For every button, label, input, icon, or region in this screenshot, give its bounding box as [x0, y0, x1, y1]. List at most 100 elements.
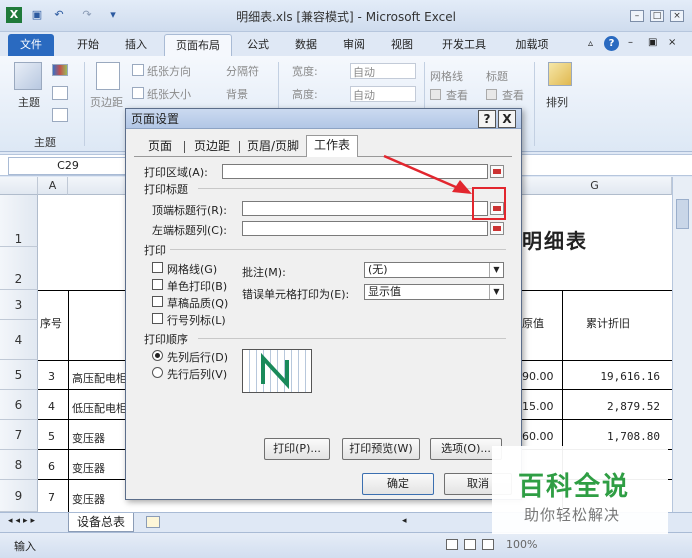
background-button[interactable]: 背景	[226, 86, 248, 102]
row-header-1[interactable]: 1	[0, 195, 38, 247]
row-header-5[interactable]: 5	[0, 360, 38, 390]
black-white-checkbox[interactable]	[152, 279, 163, 290]
watermark-tagline: 助你轻松解决	[524, 506, 621, 524]
tab-page-layout[interactable]: 页面布局	[164, 34, 232, 56]
vertical-scrollbar[interactable]	[672, 177, 692, 512]
headings-view-checkbox[interactable]	[486, 89, 497, 100]
margins-icon[interactable]	[96, 62, 120, 90]
tab-formulas[interactable]: 公式	[238, 34, 278, 56]
doc-restore-icon[interactable]: ▣	[648, 37, 657, 48]
height-select[interactable]: 自动	[350, 86, 416, 102]
maximize-button[interactable]: □	[650, 10, 664, 22]
print-area-collapse-icon[interactable]	[490, 165, 504, 178]
tab-data[interactable]: 数据	[286, 34, 326, 56]
cols-to-repeat-collapse-icon[interactable]	[490, 222, 504, 235]
hscroll-left-icon[interactable]: ◂	[402, 516, 407, 526]
gridlines-group-label: 网格线	[430, 70, 463, 83]
seq-cell: 5	[48, 430, 55, 443]
row-header-6[interactable]: 6	[0, 390, 38, 420]
print-button[interactable]: 打印(P)...	[264, 438, 330, 460]
tab-review[interactable]: 审阅	[334, 34, 374, 56]
row-header-9[interactable]: 9	[0, 480, 38, 512]
view-pagebreak-icon[interactable]	[482, 539, 494, 550]
width-select[interactable]: 自动	[350, 63, 416, 79]
header-seq: 序号	[40, 317, 62, 330]
cell-errors-select[interactable]: 显示值 ▼	[364, 284, 504, 300]
orientation-icon[interactable]	[132, 64, 144, 76]
tab-header-footer[interactable]: 页眉/页脚	[242, 137, 304, 156]
row-header-4[interactable]: 4	[0, 320, 38, 360]
select-all-corner[interactable]	[0, 177, 38, 195]
tab-page[interactable]: 页面	[140, 137, 180, 156]
draft-quality-label: 草稿品质(Q)	[167, 297, 229, 310]
minimize-button[interactable]: –	[630, 10, 644, 22]
row-header-3[interactable]: 3	[0, 290, 38, 320]
highlight-box	[472, 187, 506, 220]
name-cell: 低压配电柜	[72, 402, 127, 415]
tab-margins[interactable]: 页边距	[188, 137, 236, 156]
value-cell: 90.00	[522, 370, 554, 383]
theme-group-label: 主题	[34, 136, 56, 149]
down-then-over-label: 先列后行(D)	[167, 351, 229, 364]
arrange-label[interactable]: 排列	[546, 94, 568, 110]
status-bar: 输入 100%	[0, 532, 692, 558]
breaks-button[interactable]: 分隔符	[226, 63, 259, 79]
name-box[interactable]: C29	[8, 157, 128, 175]
black-white-label: 单色打印(B)	[167, 280, 228, 293]
ok-button[interactable]: 确定	[362, 473, 434, 495]
close-button[interactable]: ×	[670, 10, 684, 22]
insert-sheet-icon[interactable]	[146, 516, 160, 528]
colors-icon[interactable]	[52, 64, 68, 76]
arrange-icon[interactable]	[548, 62, 572, 86]
margins-label[interactable]: 页边距	[90, 94, 123, 110]
comments-select[interactable]: (无) ▼	[364, 262, 504, 278]
scroll-thumb[interactable]	[676, 199, 689, 229]
size-icon[interactable]	[132, 87, 144, 99]
gridlines-checkbox[interactable]	[152, 262, 163, 273]
tab-sheet[interactable]: 工作表	[306, 135, 358, 157]
over-then-down-radio[interactable]	[152, 367, 163, 378]
row-header-7[interactable]: 7	[0, 420, 38, 450]
tab-addins[interactable]: 加载项	[504, 34, 560, 56]
fonts-icon[interactable]	[52, 86, 68, 100]
dialog-help-button[interactable]: ?	[478, 110, 496, 128]
gridlines-view-label: 查看	[446, 89, 468, 102]
doc-minimize-icon[interactable]: –	[628, 37, 633, 48]
gridlines-view-checkbox[interactable]	[430, 89, 441, 100]
print-area-label: 打印区域(A):	[144, 166, 208, 179]
name-cell: 变压器	[72, 493, 105, 506]
doc-close-icon[interactable]: ×	[668, 37, 676, 48]
down-then-over-radio[interactable]	[152, 350, 163, 361]
height-label: 高度:	[292, 88, 318, 101]
view-normal-icon[interactable]	[446, 539, 458, 550]
size-button[interactable]: 纸张大小	[147, 86, 191, 102]
row-col-headings-checkbox[interactable]	[152, 313, 163, 324]
cols-to-repeat-input[interactable]	[242, 221, 488, 236]
themes-icon[interactable]	[14, 62, 42, 90]
ribbon-minimize-icon[interactable]: ▵	[588, 38, 593, 49]
tab-file[interactable]: 文件	[8, 34, 54, 56]
tab-developer[interactable]: 开发工具	[432, 34, 496, 56]
depr-cell: 19,616.16	[600, 370, 660, 383]
sheet-tab-equipment[interactable]: 设备总表	[68, 513, 135, 532]
view-layout-icon[interactable]	[464, 539, 476, 550]
row-header-2[interactable]: 2	[0, 247, 38, 290]
orientation-button[interactable]: 纸张方向	[147, 63, 191, 79]
tab-insert[interactable]: 插入	[116, 34, 156, 56]
print-preview-button[interactable]: 打印预览(W)	[342, 438, 420, 460]
sheet-nav-icon[interactable]: ◂◂▸▸	[8, 516, 38, 526]
themes-label[interactable]: 主题	[18, 94, 40, 110]
effects-icon[interactable]	[52, 108, 68, 122]
draft-quality-checkbox[interactable]	[152, 296, 163, 307]
tab-view[interactable]: 视图	[382, 34, 422, 56]
help-icon[interactable]: ?	[604, 36, 619, 51]
tab-home[interactable]: 开始	[68, 34, 108, 56]
dialog-close-button[interactable]: X	[498, 110, 516, 128]
column-header-a[interactable]: A	[38, 177, 68, 195]
row-header-8[interactable]: 8	[0, 450, 38, 480]
rows-to-repeat-input[interactable]	[242, 201, 488, 216]
page-order-section: 打印顺序	[144, 333, 188, 346]
zoom-level[interactable]: 100%	[506, 538, 537, 551]
header-value: 原值	[522, 317, 544, 330]
column-header-g[interactable]: G	[518, 177, 672, 195]
